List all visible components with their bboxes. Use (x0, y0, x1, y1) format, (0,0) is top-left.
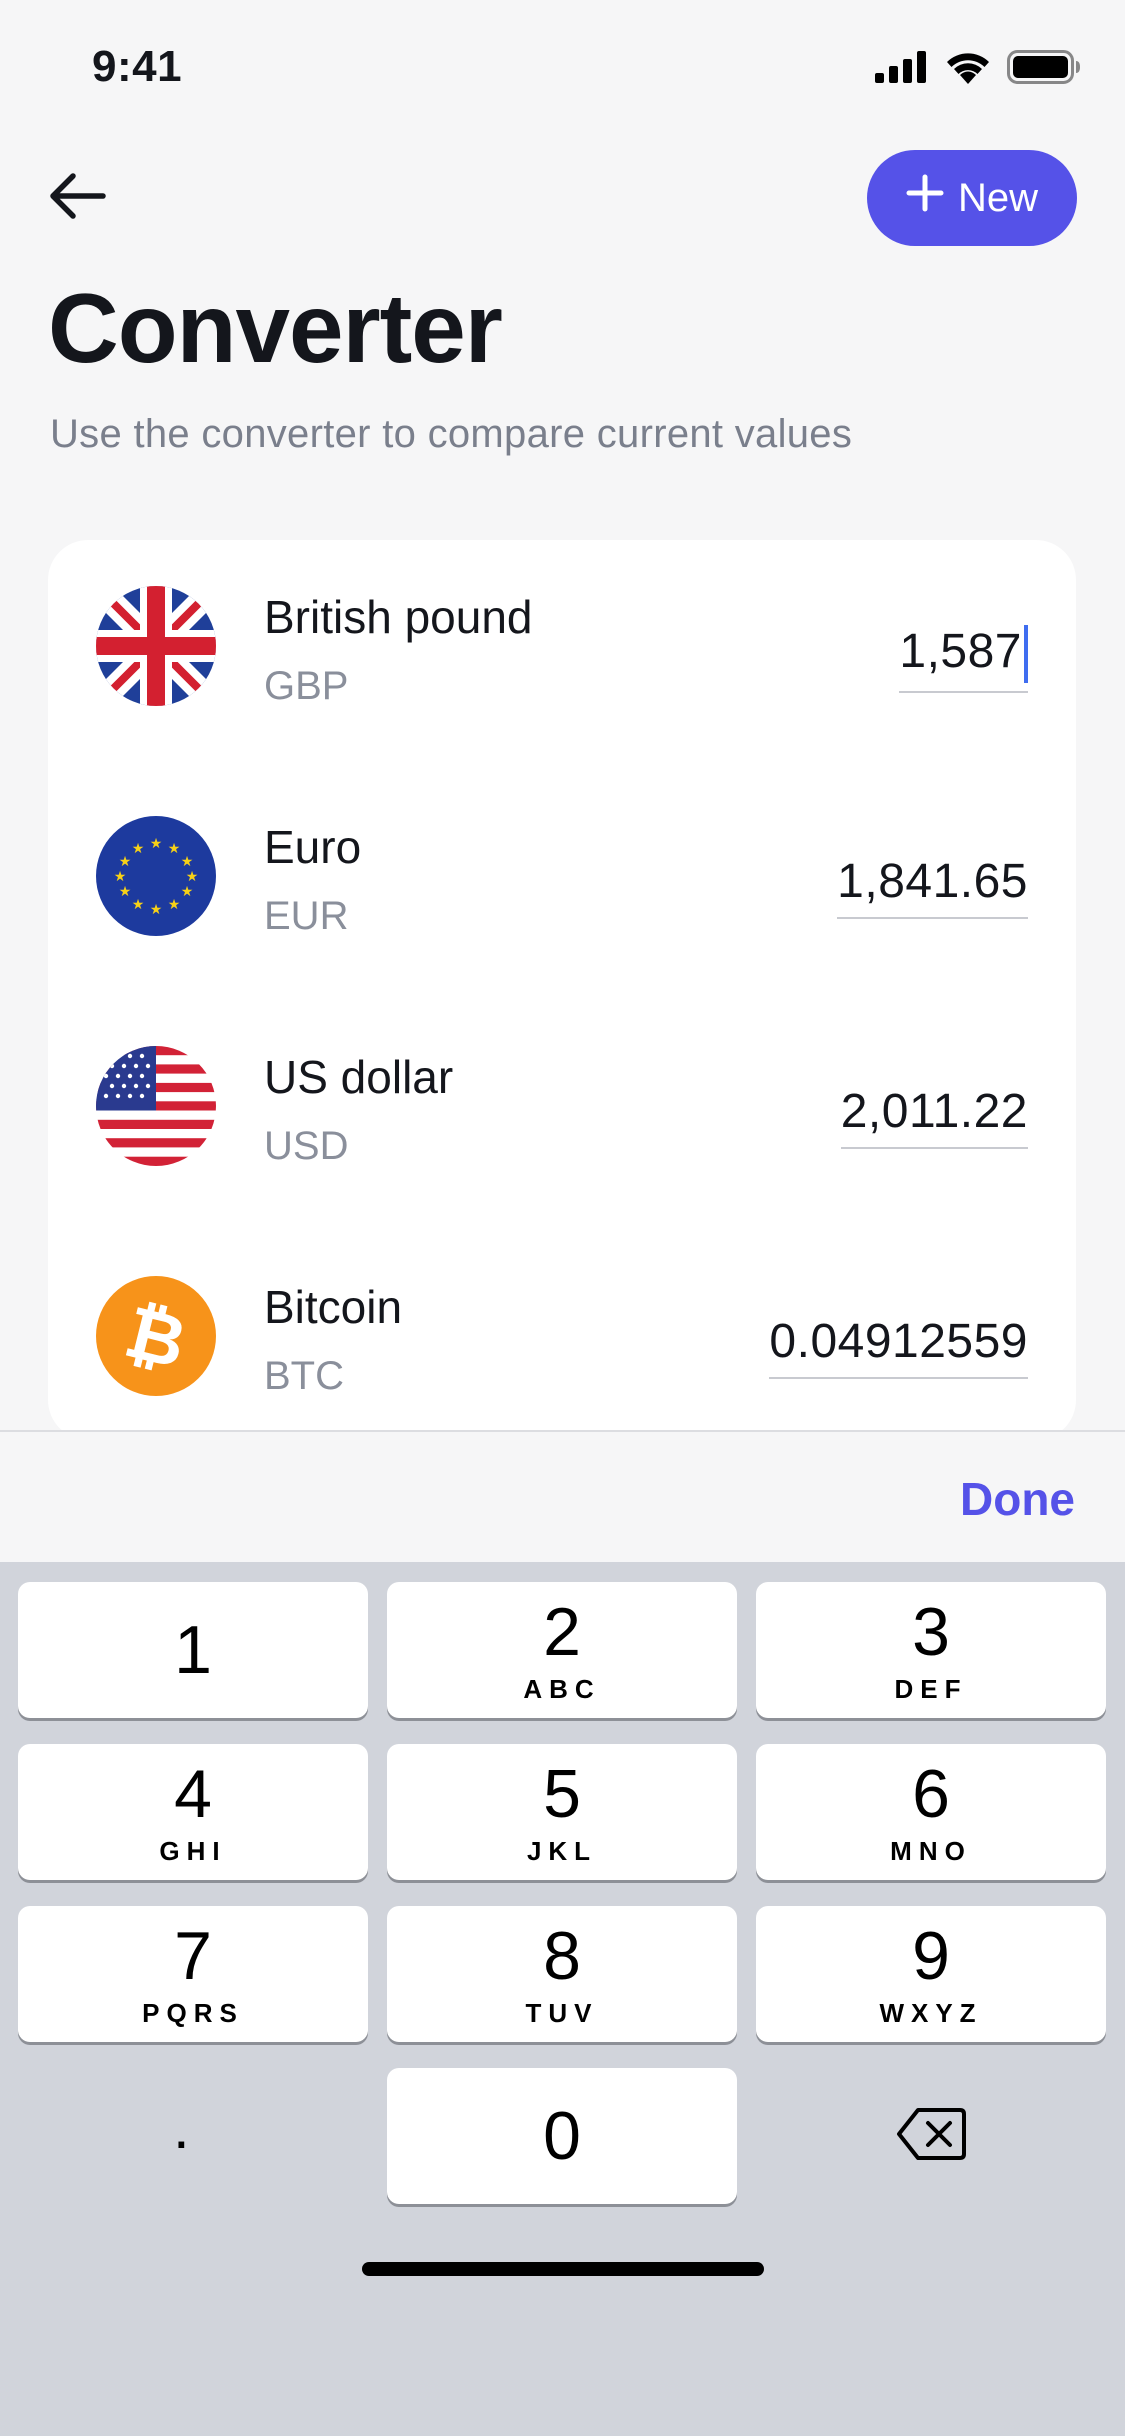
svg-text:★: ★ (181, 854, 194, 870)
page-subtitle: Use the converter to compare current val… (50, 412, 853, 456)
battery-icon (1007, 50, 1081, 89)
svg-text:★: ★ (132, 897, 145, 913)
status-bar: 9:41 (0, 0, 1125, 140)
key-digit: 3 (912, 1594, 950, 1670)
svg-text:★: ★ (181, 884, 194, 900)
currency-row-btc[interactable]: ₿ Bitcoin BTC 0.04912559 (48, 1230, 1076, 1440)
currency-amount-input[interactable]: 0.04912559 (769, 1314, 1028, 1379)
key-6[interactable]: 6 MNO (756, 1744, 1106, 1880)
key-3[interactable]: 3 DEF (756, 1582, 1106, 1718)
key-letters: TUV (525, 1998, 599, 2028)
svg-text:★: ★ (168, 841, 181, 857)
currency-code: BTC (264, 1354, 344, 1398)
home-indicator (362, 2262, 764, 2276)
back-button[interactable] (44, 165, 110, 231)
status-icons (875, 50, 1081, 89)
svg-text:★: ★ (150, 836, 163, 852)
key-digit: 8 (543, 1918, 581, 1994)
currency-code: USD (264, 1124, 349, 1168)
plus-icon (906, 174, 944, 222)
currency-row-gbp[interactable]: British pound GBP 1,587 (48, 540, 1076, 770)
decimal-point: . (173, 2094, 190, 2161)
key-digit: 4 (174, 1756, 212, 1832)
key-digit: 0 (543, 2098, 581, 2174)
key-digit: 6 (912, 1756, 950, 1832)
key-letters: DEF (894, 1674, 968, 1704)
currency-amount-input[interactable]: 1,841.65 (837, 854, 1028, 919)
svg-text:★: ★ (186, 869, 199, 885)
key-letters: PQRS (142, 1998, 244, 2028)
delete-key[interactable] (756, 2068, 1106, 2204)
key-8[interactable]: 8 TUV (387, 1906, 737, 2042)
status-time: 9:41 (92, 42, 183, 91)
key-letters: MNO (890, 1836, 972, 1866)
key-digit: 1 (174, 1612, 212, 1688)
currency-code: GBP (264, 664, 349, 708)
new-button[interactable]: New (867, 150, 1077, 246)
svg-text:★: ★ (119, 854, 132, 870)
wifi-icon (945, 50, 991, 89)
key-letters: JKL (526, 1836, 598, 1866)
key-letters: ABC (523, 1674, 601, 1704)
bitcoin-icon: ₿ (96, 1276, 216, 1396)
keyboard-accessory-bar: Done (0, 1430, 1125, 1564)
currency-card: British pound GBP 1,587 ★ ★ ★ ★ ★ ★ ★ ★ … (48, 540, 1076, 1440)
key-2[interactable]: 2 ABC (387, 1582, 737, 1718)
decimal-key[interactable]: . (18, 2068, 368, 2204)
svg-text:★: ★ (168, 897, 181, 913)
currency-code: EUR (264, 894, 349, 938)
key-letters: WXYZ (879, 1998, 983, 2028)
page-title: Converter (48, 273, 503, 383)
numeric-keyboard: 1 2 ABC 3 DEF 4 GHI 5 JKL 6 MNO 7 PQRS 8… (0, 1562, 1125, 2436)
backspace-icon (896, 2106, 968, 2167)
key-9[interactable]: 9 WXYZ (756, 1906, 1106, 2042)
key-letters: GHI (159, 1836, 227, 1866)
key-digit: 9 (912, 1918, 950, 1994)
currency-name: Bitcoin (264, 1281, 403, 1333)
new-button-label: New (957, 175, 1039, 220)
text-caret (1024, 625, 1028, 684)
key-digit: 5 (543, 1756, 581, 1832)
amount-text: 1,587 (899, 625, 1022, 678)
svg-text:★: ★ (132, 841, 145, 857)
svg-text:★: ★ (119, 884, 132, 900)
uk-flag-icon (96, 586, 216, 706)
key-4[interactable]: 4 GHI (18, 1744, 368, 1880)
us-flag-icon (96, 1046, 216, 1166)
done-button[interactable]: Done (960, 1472, 1075, 1526)
key-7[interactable]: 7 PQRS (18, 1906, 368, 2042)
svg-text:★: ★ (150, 902, 163, 918)
cellular-signal-icon (875, 51, 929, 88)
currency-name: Euro (264, 821, 362, 873)
key-1[interactable]: 1 (18, 1582, 368, 1718)
key-5[interactable]: 5 JKL (387, 1744, 737, 1880)
svg-text:★: ★ (114, 869, 127, 885)
arrow-left-icon (47, 171, 107, 226)
key-0[interactable]: 0 (387, 2068, 737, 2204)
currency-amount-input[interactable]: 2,011.22 (840, 1084, 1028, 1149)
key-digit: 7 (174, 1918, 212, 1994)
currency-row-usd[interactable]: US dollar USD 2,011.22 (48, 1000, 1076, 1230)
key-digit: 2 (543, 1594, 581, 1670)
currency-amount-input[interactable]: 1,587 (899, 624, 1028, 694)
eu-flag-icon: ★ ★ ★ ★ ★ ★ ★ ★ ★ ★ ★ ★ (96, 816, 216, 936)
currency-row-eur[interactable]: ★ ★ ★ ★ ★ ★ ★ ★ ★ ★ ★ ★ Euro EUR 1,841.6… (48, 770, 1076, 1000)
currency-name: US dollar (264, 1051, 454, 1103)
currency-name: British pound (264, 591, 533, 643)
